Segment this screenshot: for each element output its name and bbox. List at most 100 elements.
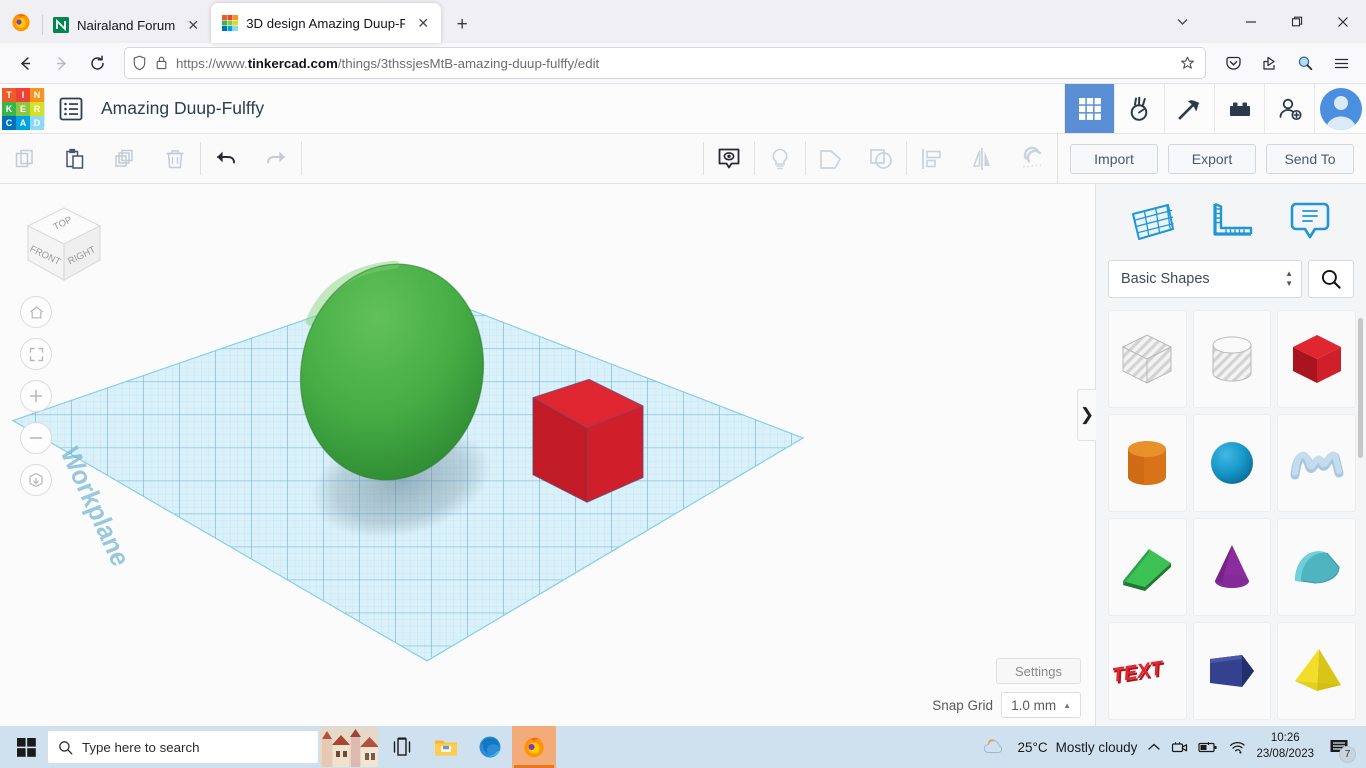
shape-library-select[interactable]: Basic Shapes ▲▼ (1108, 260, 1302, 298)
snap-grid-dropdown[interactable]: 1.0 mm ▲ (1001, 692, 1081, 718)
codeblocks-icon[interactable] (1114, 84, 1164, 133)
zoom-in-icon[interactable] (20, 380, 52, 412)
lock-icon[interactable] (155, 55, 168, 71)
3d-viewport[interactable]: Workplane (0, 184, 1095, 726)
tinkercad-logo-icon[interactable]: TIN KER CAD (2, 88, 44, 130)
note-icon[interactable] (1283, 197, 1337, 247)
user-avatar[interactable] (1314, 84, 1366, 133)
redo-icon[interactable] (251, 134, 301, 183)
shapes-grid-scroll[interactable]: TEXT TEXT (1096, 310, 1366, 726)
town-widget-icon[interactable] (318, 726, 380, 768)
share-icon[interactable] (1252, 47, 1286, 79)
edit-tools-group (0, 134, 200, 183)
hamburger-menu-icon[interactable] (1324, 47, 1358, 79)
close-icon[interactable]: ✕ (183, 15, 203, 35)
minecraft-pickaxe-icon[interactable] (1164, 84, 1214, 133)
workplane-icon[interactable] (1125, 197, 1179, 247)
view-cube[interactable]: TOP FRONT RIGHT (18, 198, 110, 290)
show-hidden-icons-icon[interactable] (1147, 740, 1161, 754)
toolbar-spacer (302, 134, 703, 183)
file-explorer-icon[interactable] (424, 726, 468, 768)
duplicate-icon[interactable] (100, 134, 150, 183)
wifi-icon[interactable] (1228, 740, 1246, 754)
shape-half-cylinder[interactable] (1277, 518, 1356, 616)
scene-canvas[interactable]: Workplane (0, 184, 1095, 726)
browser-tab-label: 3D design Amazing Duup-Fulffy (246, 16, 405, 31)
close-icon[interactable]: ✕ (413, 13, 433, 33)
panel-scrollbar[interactable] (1358, 318, 1363, 458)
battery-icon[interactable] (1198, 741, 1218, 754)
browser-tab-0[interactable]: Nairaland Forum ✕ (42, 7, 211, 43)
task-view-icon[interactable] (380, 726, 424, 768)
delete-icon[interactable] (150, 134, 200, 183)
shape-box-hole[interactable] (1108, 310, 1187, 408)
search-input[interactable]: Type here to search (48, 731, 318, 763)
settings-button[interactable]: Settings (996, 658, 1081, 684)
windows-taskbar: Type here to search (0, 726, 1366, 768)
edge-browser-icon[interactable] (468, 726, 512, 768)
tinkercad-header: TIN KER CAD Amazing Duup-Fulffy (0, 84, 1366, 134)
ungroup-icon[interactable] (856, 134, 906, 183)
viewport-bottom-controls: Settings Snap Grid 1.0 mm ▲ (932, 658, 1081, 718)
shape-box[interactable] (1277, 310, 1356, 408)
notification-icon[interactable]: 7 (1324, 732, 1354, 762)
invite-person-icon[interactable] (1264, 84, 1314, 133)
shape-roof[interactable] (1108, 518, 1187, 616)
align-icon[interactable] (907, 134, 957, 183)
shape-polygon-arrow[interactable] (1193, 622, 1272, 720)
paste-icon[interactable] (50, 134, 100, 183)
light-bulb-icon[interactable] (755, 134, 805, 183)
close-window-button[interactable] (1320, 0, 1366, 43)
mirror-icon[interactable] (957, 134, 1007, 183)
export-button[interactable]: Export (1168, 144, 1256, 174)
shape-library-value: Basic Shapes (1121, 271, 1210, 287)
show-hide-icon[interactable] (704, 134, 754, 183)
ruler-magnet-icon[interactable] (1007, 134, 1057, 183)
shape-cylinder-hole[interactable] (1193, 310, 1272, 408)
shape-scribble[interactable] (1277, 414, 1356, 512)
shape-sphere[interactable] (1193, 414, 1272, 512)
shape-pyramid[interactable] (1277, 622, 1356, 720)
zoom-extension-icon[interactable] (1288, 47, 1322, 79)
fit-to-view-icon[interactable] (20, 338, 52, 370)
shape-cone[interactable] (1193, 518, 1272, 616)
weather-widget[interactable]: 25°C Mostly cloudy (983, 736, 1137, 758)
lego-brick-icon[interactable] (1214, 84, 1264, 133)
forward-button[interactable] (44, 47, 78, 79)
camera-icon[interactable] (1171, 740, 1188, 755)
zoom-out-icon[interactable] (20, 422, 52, 454)
send-to-button[interactable]: Send To (1266, 144, 1354, 174)
reload-button[interactable] (80, 47, 114, 79)
maximize-button[interactable] (1274, 0, 1320, 43)
url-text[interactable]: https://www.tinkercad.com/things/3thssje… (176, 56, 1168, 71)
undo-icon[interactable] (201, 134, 251, 183)
bookmark-star-icon[interactable] (1176, 56, 1198, 71)
import-button[interactable]: Import (1070, 144, 1158, 174)
copy-icon[interactable] (0, 134, 50, 183)
group-icon[interactable] (806, 134, 856, 183)
firefox-browser-icon[interactable] (512, 726, 556, 768)
snap-grid-value: 1.0 mm (1011, 698, 1056, 713)
nairaland-icon (53, 17, 69, 33)
new-tab-button[interactable]: + (447, 10, 477, 40)
pocket-icon[interactable] (1216, 47, 1250, 79)
perspective-toggle-icon[interactable] (20, 464, 52, 496)
back-button[interactable] (8, 47, 42, 79)
search-icon[interactable] (1308, 260, 1354, 298)
shape-text[interactable]: TEXT TEXT (1108, 622, 1187, 720)
shape-cylinder[interactable] (1108, 414, 1187, 512)
document-title[interactable]: Amazing Duup-Fulffy (97, 84, 264, 133)
minimize-button[interactable] (1228, 0, 1274, 43)
clock[interactable]: 10:26 23/08/2023 (1256, 731, 1314, 762)
browser-tab-1[interactable]: 3D design Amazing Duup-Fulffy ✕ (211, 3, 441, 43)
address-bar[interactable]: https://www.tinkercad.com/things/3thssje… (124, 47, 1206, 79)
clock-date: 23/08/2023 (1256, 747, 1314, 763)
list-all-tabs-icon[interactable] (1162, 0, 1202, 43)
ruler-icon[interactable] (1204, 197, 1258, 247)
start-icon[interactable] (4, 726, 48, 768)
home-view-icon[interactable] (20, 296, 52, 328)
shield-icon[interactable] (132, 55, 147, 71)
gallery-grid-icon[interactable] (1064, 84, 1114, 133)
collapse-panel-button[interactable]: ❯ (1077, 389, 1096, 441)
project-menu-icon[interactable] (45, 84, 97, 133)
